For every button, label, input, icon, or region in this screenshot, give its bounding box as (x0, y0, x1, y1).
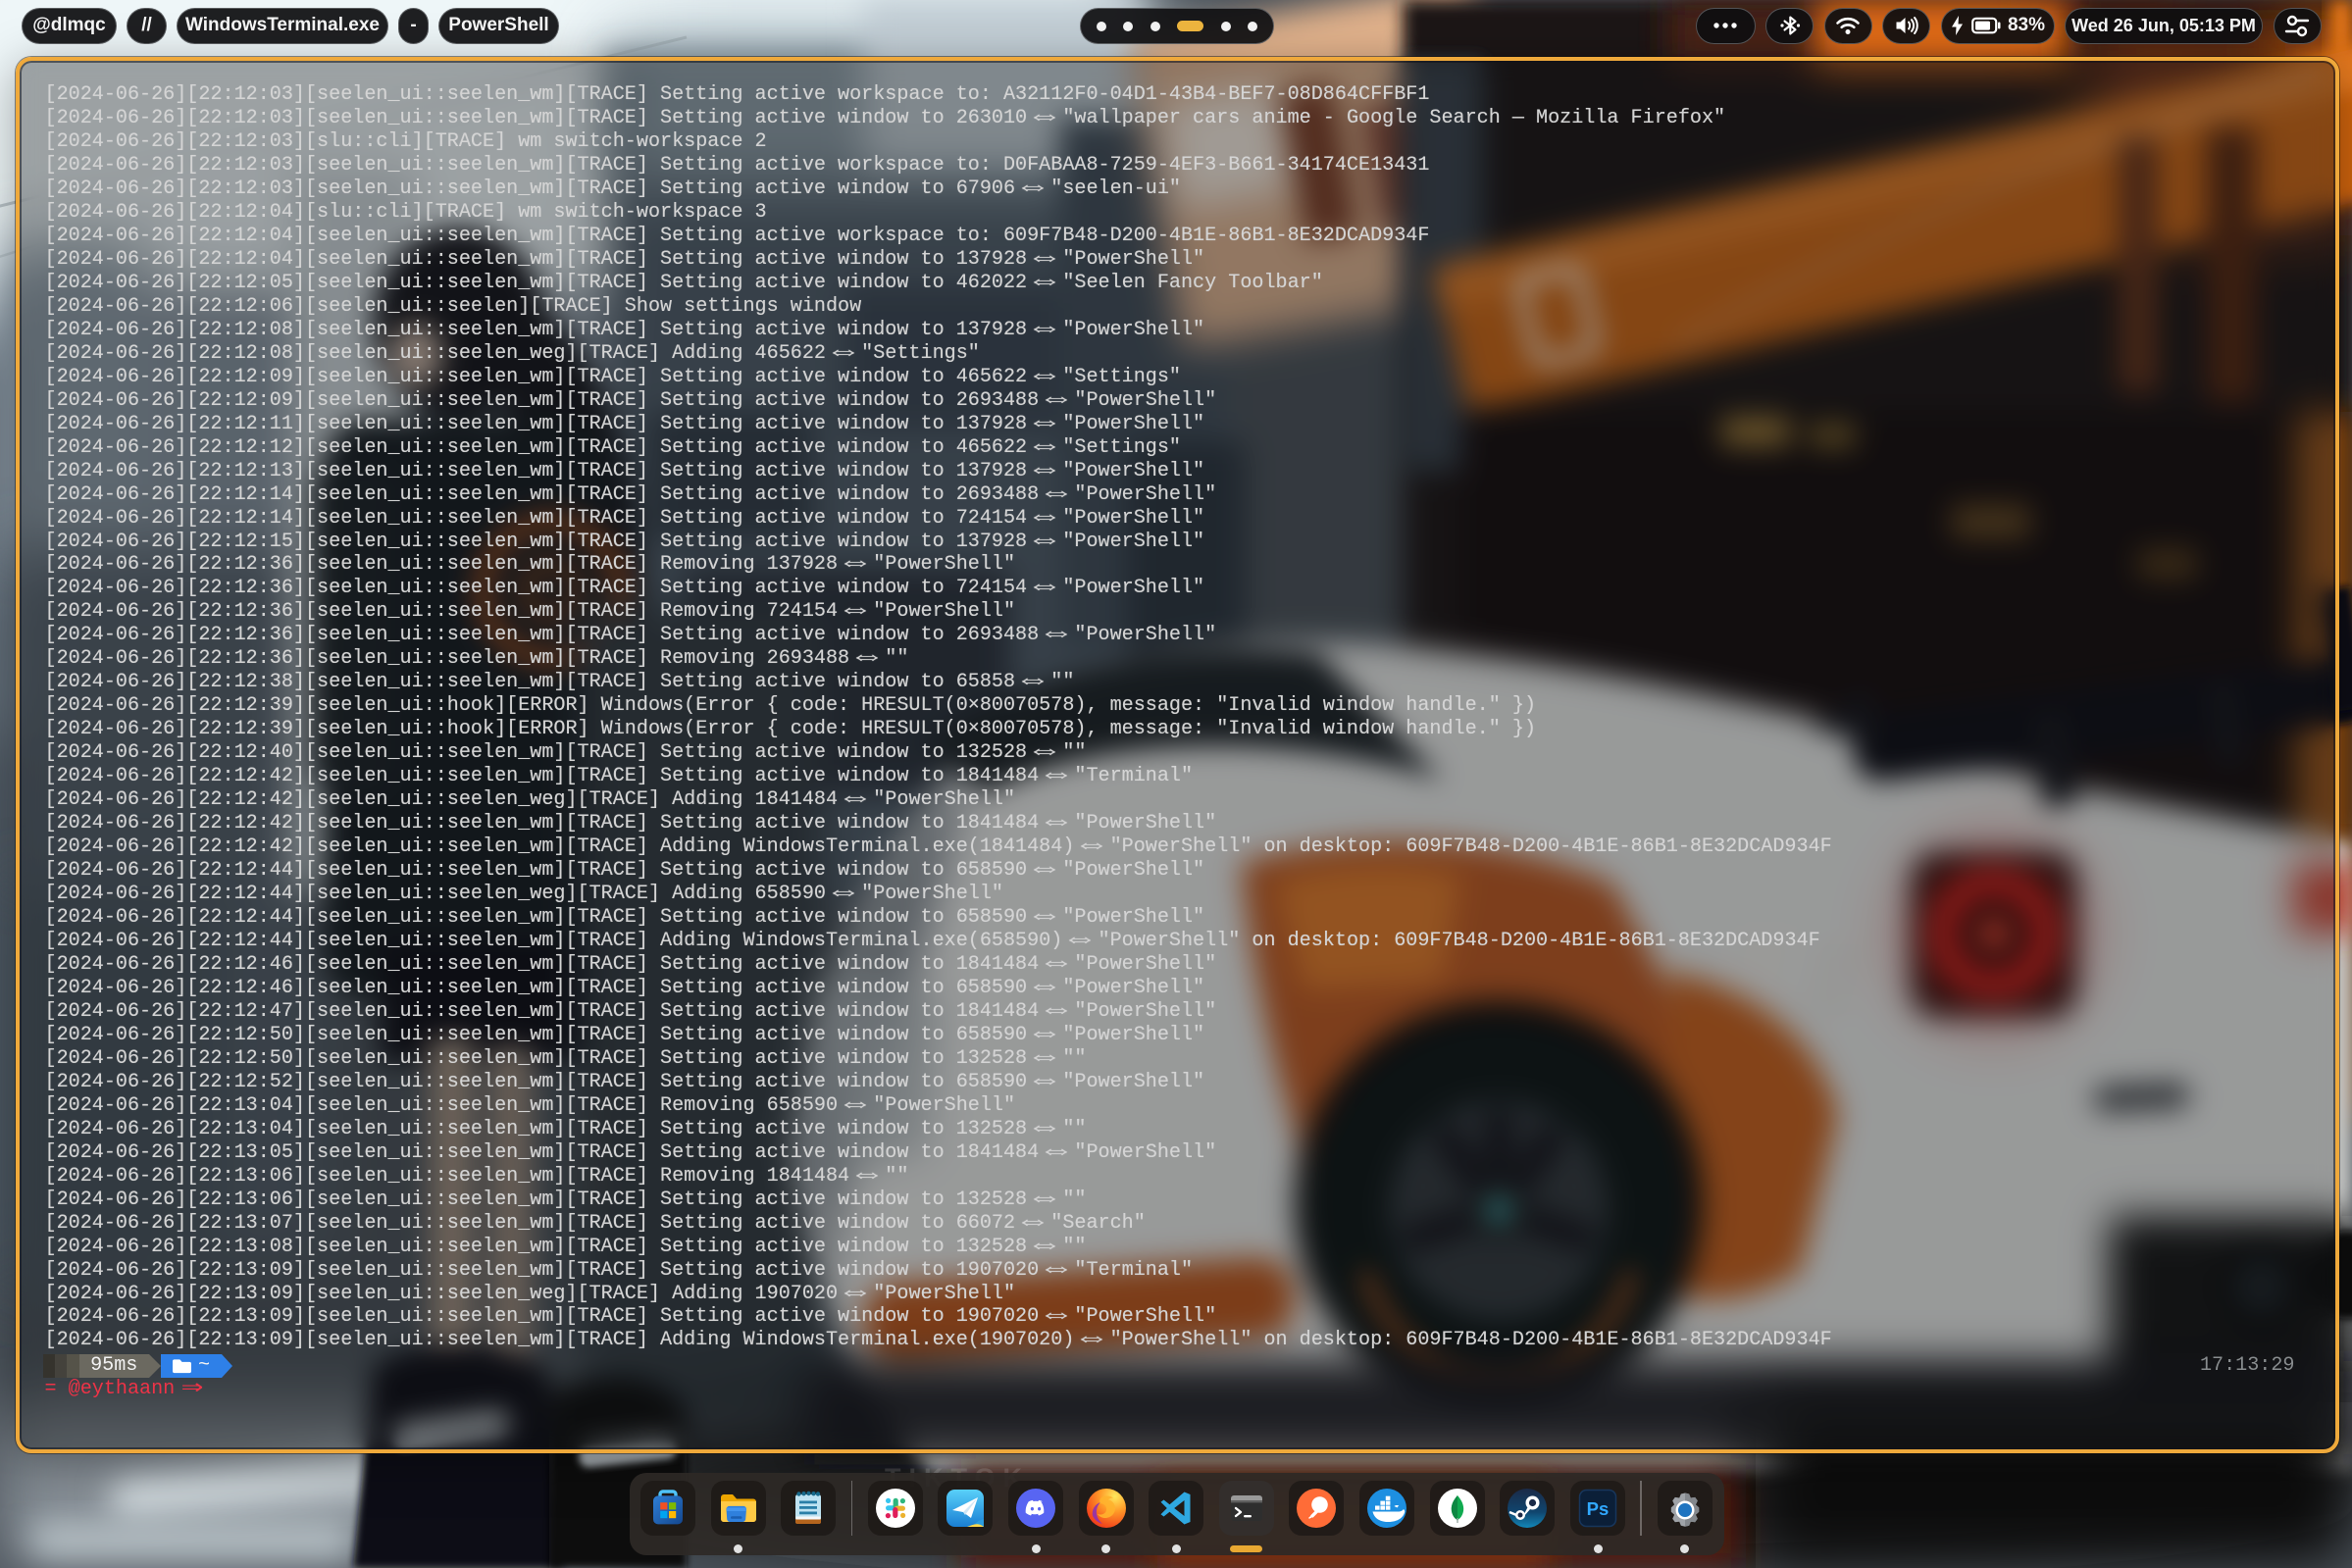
svg-text:Ps: Ps (1586, 1498, 1609, 1519)
